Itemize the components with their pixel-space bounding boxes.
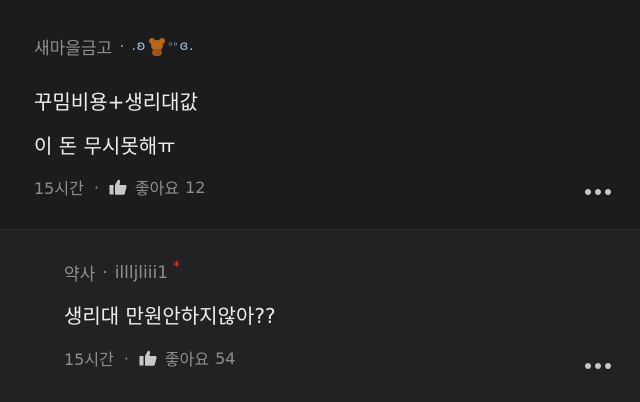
- like-label: 좋아요: [164, 350, 210, 369]
- like-button[interactable]: 좋아요 12: [109, 175, 206, 199]
- separator-dot: ·: [119, 36, 125, 57]
- author-id[interactable]: illljliii1: [115, 263, 168, 283]
- author-name[interactable]: 새마을금고: [34, 34, 112, 59]
- author-decoration: .ʚ ᵒᵒ ɞ.: [131, 37, 195, 56]
- teddy-bear-icon: [148, 37, 166, 56]
- comment-line: 이 돈 무시못해ㅠ: [34, 134, 176, 158]
- author-badge: *: [173, 258, 181, 275]
- separator-dot: ·: [123, 348, 129, 368]
- like-count: 54: [215, 348, 236, 368]
- timestamp: 15시간: [64, 350, 114, 369]
- separator-dot: ·: [102, 262, 108, 283]
- comment-footer: 15시간 · 좋아요 54: [64, 346, 235, 370]
- reply-comment: 약사 · illljliii1 * 생리대 만원안하지않아?? 15시간 · 좋…: [0, 230, 640, 402]
- like-button[interactable]: 좋아요 54: [139, 346, 236, 370]
- comment-meta: 새마을금고 · .ʚ ᵒᵒ ɞ.: [34, 34, 195, 60]
- more-dots-icon[interactable]: [585, 362, 611, 370]
- comment-line: 꾸밈비용+생리대값: [34, 90, 198, 114]
- comment-meta: 약사 · illljliii1 *: [64, 258, 181, 286]
- comment-footer: 15시간 · 좋아요 12: [34, 175, 205, 199]
- timestamp: 15시간: [34, 179, 84, 198]
- thumbs-up-icon: [109, 179, 127, 195]
- thumbs-up-icon: [139, 350, 157, 366]
- more-dots-icon[interactable]: [585, 188, 611, 196]
- separator-dot: ·: [93, 177, 99, 197]
- author-name[interactable]: 약사: [64, 260, 95, 285]
- like-label: 좋아요: [134, 179, 180, 198]
- comment: 새마을금고 · .ʚ ᵒᵒ ɞ. 꾸밈비용+생리대값 이 돈 무시못해ㅠ 15시간…: [0, 0, 640, 230]
- like-count: 12: [185, 177, 206, 197]
- comment-line: 생리대 만원안하지않아??: [64, 304, 276, 328]
